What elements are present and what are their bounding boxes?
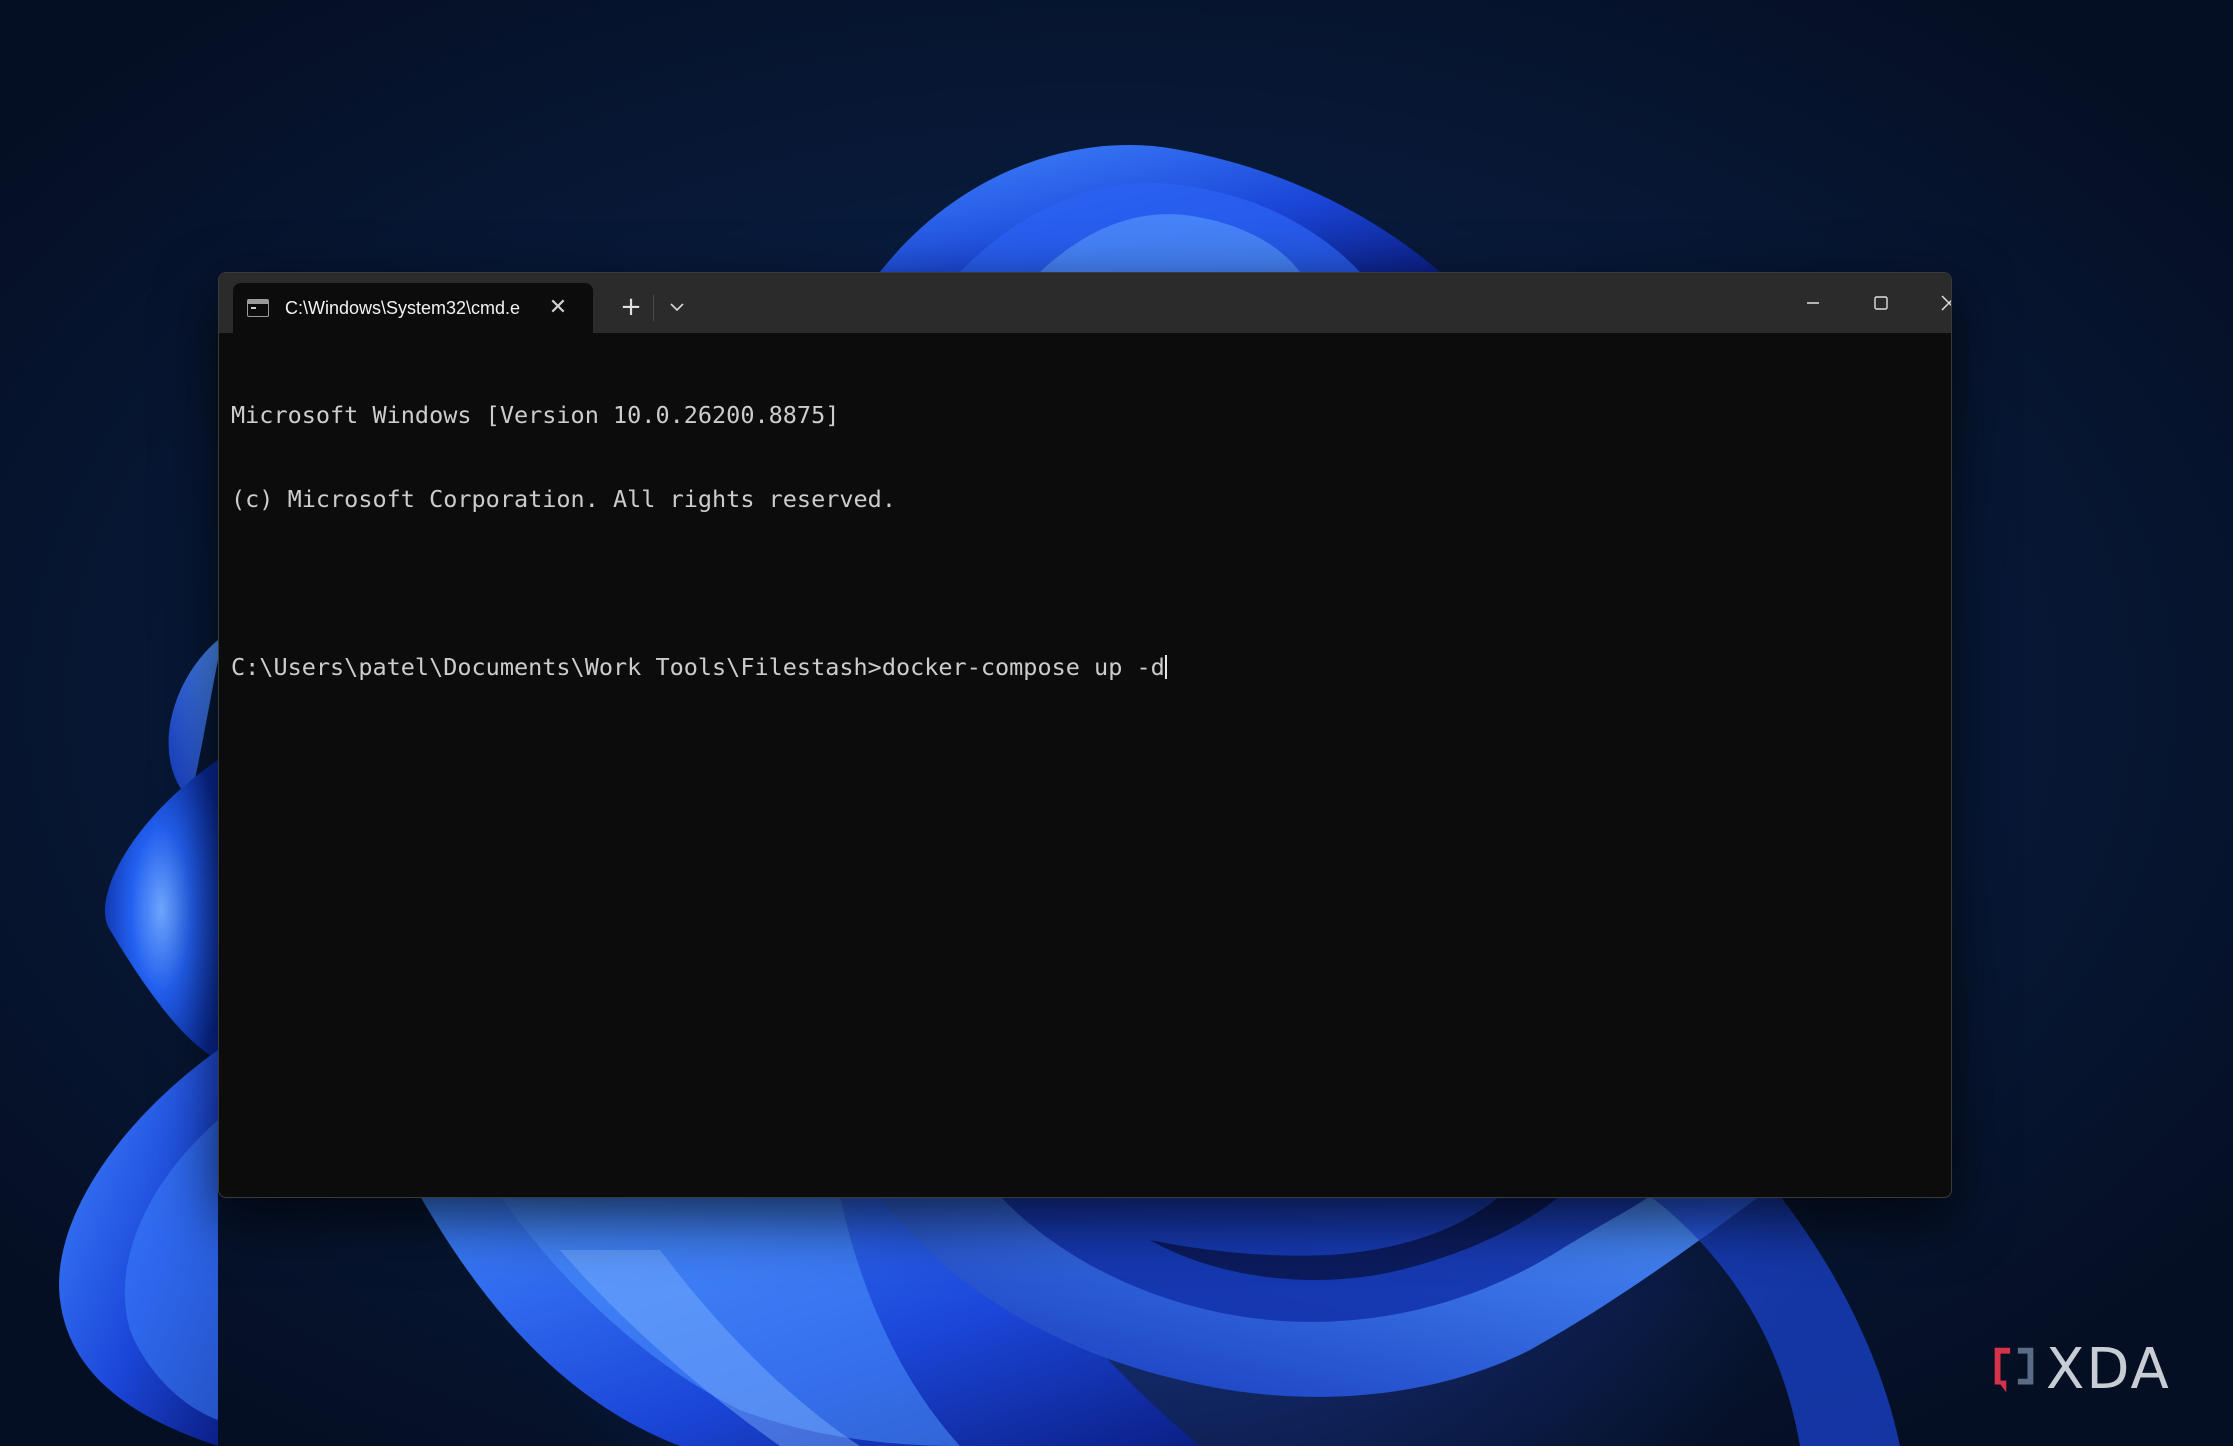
- tab-dropdown-button[interactable]: [657, 287, 697, 327]
- maximize-icon: [1874, 296, 1888, 310]
- minimize-button[interactable]: [1779, 273, 1847, 333]
- title-bar[interactable]: C:\Windows\System32\cmd.e ✕ +: [219, 273, 1951, 333]
- xda-watermark: XDA: [1990, 1340, 2171, 1400]
- terminal-icon: [247, 299, 269, 317]
- tab-title: C:\Windows\System32\cmd.e: [285, 297, 521, 318]
- watermark-text: XDA: [2046, 1337, 2171, 1402]
- console-line: (c) Microsoft Corporation. All rights re…: [231, 485, 896, 513]
- close-button[interactable]: [1915, 273, 1951, 333]
- console-line: Microsoft Windows [Version 10.0.26200.88…: [231, 401, 840, 429]
- tab-close-button[interactable]: ✕: [545, 295, 571, 321]
- minimize-icon: [1807, 302, 1819, 304]
- console-prompt-text: C:\Users\patel\Documents\Work Tools\File…: [231, 653, 1165, 681]
- tab-divider: [653, 295, 654, 321]
- xda-logo-icon: [1994, 1347, 2034, 1393]
- desktop: C:\Windows\System32\cmd.e ✕ + Microsoft …: [0, 0, 2233, 1446]
- console-output[interactable]: Microsoft Windows [Version 10.0.26200.88…: [231, 345, 1939, 1185]
- terminal-window: C:\Windows\System32\cmd.e ✕ + Microsoft …: [218, 272, 1952, 1198]
- console-prompt-line: C:\Users\patel\Documents\Work Tools\File…: [231, 653, 1939, 681]
- new-tab-button[interactable]: +: [611, 287, 651, 327]
- chevron-down-icon: [670, 303, 684, 312]
- text-cursor: [1164, 655, 1167, 679]
- close-icon: [1941, 295, 1951, 311]
- tab-cmd[interactable]: C:\Windows\System32\cmd.e ✕: [233, 283, 593, 333]
- maximize-button[interactable]: [1847, 273, 1915, 333]
